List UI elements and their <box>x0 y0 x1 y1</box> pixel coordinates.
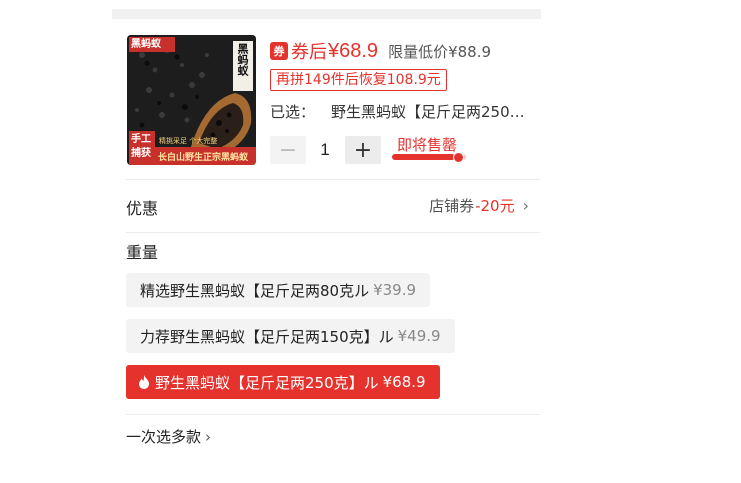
divider <box>126 179 540 180</box>
restore-price-tag: 再拼149件后恢复108.9元 <box>270 69 447 91</box>
product-thumbnail[interactable]: 黑蚂蚁 黑蚂蚁 手工捕获 精挑采足 个大完整 长白山野生正宗黑蚂蚁 <box>127 35 256 165</box>
coupon-icon: 券 <box>270 42 288 60</box>
option-price: ¥68.9 <box>382 373 426 391</box>
product-sku-panel: 黑蚂蚁 黑蚂蚁 手工捕获 精挑采足 个大完整 长白山野生正宗黑蚂蚁 券 券后 ¥… <box>112 0 541 483</box>
thumb-slogan-small: 精挑采足 个大完整 <box>159 137 218 145</box>
chevron-right-icon: › <box>522 196 529 215</box>
multi-select-label: 一次选多款 <box>126 428 202 446</box>
thumb-corner-tag: 黑蚂蚁 <box>131 39 161 50</box>
chevron-right-icon: › <box>205 427 212 446</box>
stock-progress-fill <box>392 154 455 160</box>
price-row: 券 券后 ¥68.9 限量低价¥88.9 <box>270 38 491 64</box>
option-name: 力荐野生黑蚂蚁【足斤足两150克】ル <box>140 327 394 346</box>
store-coupon-link[interactable]: 店铺券 -20元 › <box>429 195 529 216</box>
weight-label: 重量 <box>126 243 159 262</box>
limit-price: 限量低价¥88.9 <box>388 42 492 61</box>
quantity-increase-button[interactable]: + <box>345 136 381 164</box>
divider <box>126 414 540 415</box>
option-price: ¥39.9 <box>373 281 417 299</box>
weight-option-150g[interactable]: 力荐野生黑蚂蚁【足斤足两150克】ル ¥49.9 <box>126 319 455 353</box>
thumb-vertical-title: 黑蚂蚁 <box>236 43 249 76</box>
divider <box>126 232 540 233</box>
thumb-badge: 手工捕获 <box>131 134 151 159</box>
clock-icon <box>453 152 464 163</box>
price-after-coupon: ¥68.9 <box>328 39 379 62</box>
selected-label: 已选： <box>270 102 316 121</box>
offer-label: 优惠 <box>126 199 159 218</box>
selected-sku-row: 已选： 野生黑蚂蚁【足斤足两250克】ル <box>270 100 532 122</box>
selected-value: 野生黑蚂蚁【足斤足两250克】ル <box>331 102 532 121</box>
coupon-label: 券后 <box>291 42 327 63</box>
weight-option-80g[interactable]: 精选野生黑蚂蚁【足斤足两80克ル ¥39.9 <box>126 273 431 307</box>
thumb-slogan-main: 长白山野生正宗黑蚂蚁 <box>158 153 249 163</box>
flame-icon <box>139 375 149 389</box>
option-price: ¥49.9 <box>397 327 441 345</box>
quantity-input[interactable]: 1 <box>308 136 342 164</box>
option-name: 精选野生黑蚂蚁【足斤足两80克ル <box>140 281 370 300</box>
multi-select-link[interactable]: 一次选多款 › <box>126 426 211 447</box>
weight-option-250g-selected[interactable]: 野生黑蚂蚁【足斤足两250克】ル ¥68.9 <box>126 365 440 399</box>
quantity-decrease-button[interactable]: − <box>270 136 306 164</box>
option-name: 野生黑蚂蚁【足斤足两250克】ル <box>155 373 379 392</box>
store-coupon-label: 店铺券 <box>429 197 475 215</box>
store-coupon-amount: -20元 <box>475 197 515 215</box>
selling-out-label: 即将售罄 <box>397 136 458 154</box>
top-separator-strip <box>112 9 541 19</box>
